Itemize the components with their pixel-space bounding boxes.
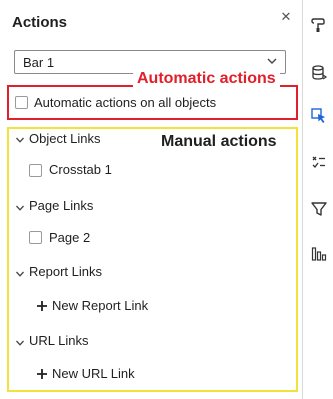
paint-roller-icon[interactable] <box>310 16 328 34</box>
actions-pointer-icon[interactable] <box>310 107 328 125</box>
chevron-down-icon <box>16 271 24 277</box>
chevron-down-icon <box>16 340 24 346</box>
page-2-label: Page 2 <box>49 230 91 245</box>
actions-panel: Actions ✕ Bar 1 Automatic actions Automa… <box>0 0 302 399</box>
manual-actions-callout: Manual actions <box>161 133 277 150</box>
chevron-down-icon <box>16 137 24 143</box>
ranks-icon[interactable] <box>310 245 328 263</box>
right-tool-rail <box>302 0 333 399</box>
automatic-actions-checkbox[interactable] <box>15 96 28 109</box>
automatic-actions-label: Automatic actions on all objects <box>34 95 217 110</box>
page-2-checkbox[interactable] <box>29 231 42 244</box>
section-title-url-links: URL Links <box>29 333 89 348</box>
section-title-page-links: Page Links <box>29 198 94 213</box>
panel-title: Actions <box>12 14 68 31</box>
crosstab-1-label: Crosstab 1 <box>49 162 112 177</box>
new-report-link-label: New Report Link <box>52 298 149 313</box>
close-panel-button[interactable]: ✕ <box>277 8 295 26</box>
source-object-value: Bar 1 <box>23 55 55 70</box>
section-title-object-links: Object Links <box>29 131 101 146</box>
rules-icon[interactable] <box>310 153 328 171</box>
chevron-down-icon <box>267 58 277 64</box>
chevron-down-icon <box>16 205 24 211</box>
crosstab-1-checkbox[interactable] <box>29 164 42 177</box>
plus-icon <box>37 301 47 311</box>
section-title-report-links: Report Links <box>29 264 102 279</box>
automatic-actions-callout: Automatic actions <box>133 70 280 88</box>
data-icon[interactable] <box>310 64 328 82</box>
plus-icon <box>37 369 47 379</box>
new-url-link-label: New URL Link <box>52 366 135 381</box>
close-icon: ✕ <box>280 9 292 24</box>
filter-icon[interactable] <box>310 200 328 218</box>
